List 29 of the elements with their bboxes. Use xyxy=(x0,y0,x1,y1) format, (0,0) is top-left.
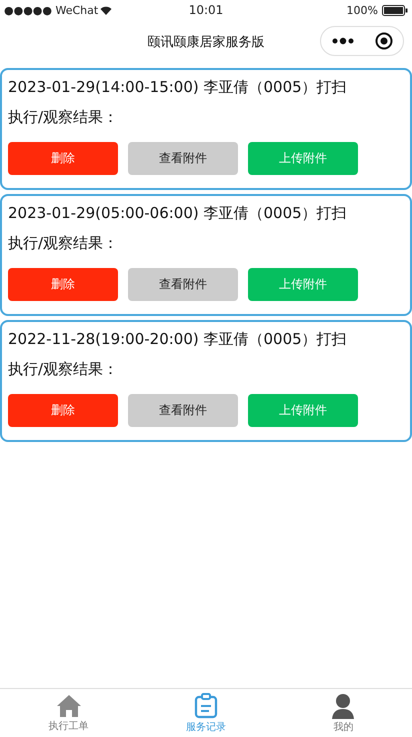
person-icon xyxy=(331,692,356,718)
carrier-signal: ●●●●● WeChat xyxy=(4,4,112,16)
record-heading: 2022-11-28(19:00-20:00) 李亚倩（0005）打扫 xyxy=(8,329,348,350)
tab-item[interactable]: 我的 xyxy=(274,689,412,737)
capsule-menu[interactable] xyxy=(320,26,404,56)
battery-percent: 100% xyxy=(346,4,378,16)
tab-item[interactable]: 服务记录 xyxy=(137,689,275,737)
delete-button[interactable]: 删除 xyxy=(8,394,118,427)
upload-button[interactable]: 上传附件 xyxy=(248,394,358,427)
more-icon[interactable] xyxy=(332,37,354,45)
clipboard-icon xyxy=(194,692,218,718)
home-icon xyxy=(56,694,82,718)
record-heading: 2023-01-29(14:00-15:00) 李亚倩（0005）打扫 xyxy=(8,77,348,98)
wifi-icon xyxy=(100,6,112,14)
delete-button[interactable]: 删除 xyxy=(8,142,118,175)
result-label: 执行/观察结果： xyxy=(8,233,120,254)
record-heading: 2023-01-29(05:00-06:00) 李亚倩（0005）打扫 xyxy=(8,203,348,224)
upload-button[interactable]: 上传附件 xyxy=(248,268,358,301)
upload-button[interactable]: 上传附件 xyxy=(248,142,358,175)
delete-button[interactable]: 删除 xyxy=(8,268,118,301)
result-label: 执行/观察结果： xyxy=(8,359,120,380)
clock-time: 10:01 xyxy=(188,3,224,17)
result-label: 执行/观察结果： xyxy=(8,107,120,128)
view-button[interactable]: 查看附件 xyxy=(128,142,238,175)
battery-icon xyxy=(382,4,408,16)
page-title: 颐讯颐康居家服务版 xyxy=(148,34,264,51)
view-button[interactable]: 查看附件 xyxy=(128,394,238,427)
tab-item[interactable]: 执行工单 xyxy=(0,689,138,737)
view-button[interactable]: 查看附件 xyxy=(128,268,238,301)
